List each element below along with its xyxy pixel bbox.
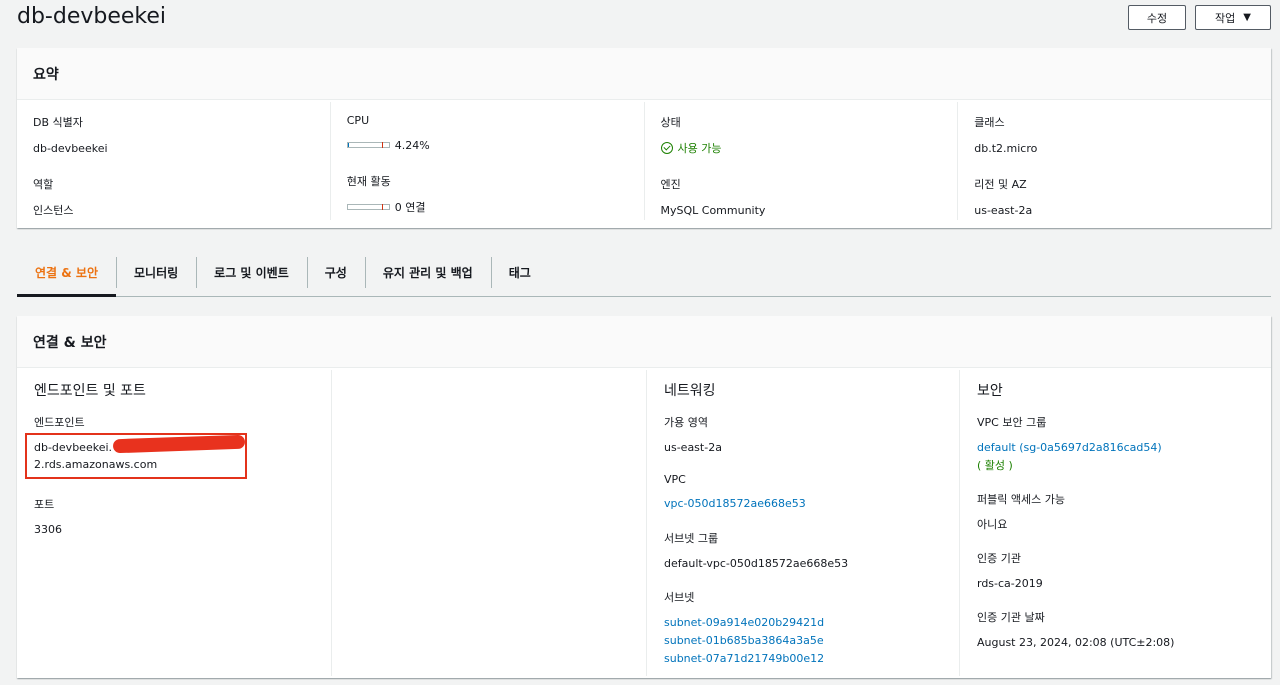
subnet-group-label: 서브넷 그룹 [664, 532, 719, 545]
region-az-value: us-east-2a [974, 203, 1033, 217]
engine-value: MySQL Community [660, 203, 766, 217]
connectivity-title: 연결 & 보안 [17, 316, 1271, 368]
security-group-link[interactable]: default (sg-0a5697d2a816cad54) [977, 439, 1271, 457]
summary-grid: DB 식별자 db-devbeekei 역할 인스턴스 CPU 4.24% 현재… [17, 102, 1271, 220]
empty-column [331, 370, 646, 676]
port-value: 3306 [34, 523, 62, 536]
db-identifier-value: db-devbeekei [33, 141, 108, 155]
cpu-usage-fill [347, 143, 350, 147]
port-label: 포트 [34, 498, 55, 511]
tab-configuration[interactable]: 구성 [306, 249, 365, 296]
cpu-usage-bar [346, 142, 390, 148]
summary-column-status: 상태 사용 가능 엔진 MySQL Community [643, 102, 958, 220]
current-activity-value: 0 연결 [394, 201, 426, 214]
summary-panel: 요약 DB 식별자 db-devbeekei 역할 인스턴스 CPU 4.24%… [17, 48, 1271, 228]
vpc-security-group-label: VPC 보안 그룹 [977, 416, 1047, 429]
endpoint-port-section: 엔드포인트 및 포트 엔드포인트 db-devbeekei. 2.rds.ama… [17, 370, 331, 676]
summary-column-identifier: DB 식별자 db-devbeekei 역할 인스턴스 [17, 102, 330, 220]
security-section-title: 보안 [977, 383, 1003, 399]
availability-zone-value: us-east-2a [664, 441, 722, 454]
caret-down-icon: ▼ [1243, 12, 1251, 23]
cpu-threshold-marker [381, 142, 383, 148]
detail-tabs: 연결 & 보안 모니터링 로그 및 이벤트 구성 유지 관리 및 백업 태그 [17, 249, 1271, 297]
vpc-link[interactable]: vpc-050d18572ae668e53 [664, 495, 959, 513]
public-access-value: 아니요 [977, 518, 1008, 531]
cpu-label: CPU [346, 114, 370, 127]
current-activity-label: 현재 활동 [346, 175, 391, 188]
subnet-link[interactable]: subnet-01b685ba3864a3a5e [664, 632, 959, 650]
connectivity-panel: 연결 & 보안 엔드포인트 및 포트 엔드포인트 db-devbeekei. 2… [17, 316, 1271, 678]
cpu-value: 4.24% [394, 138, 430, 152]
networking-section-title: 네트워킹 [664, 383, 716, 399]
vpc-label: VPC [664, 473, 686, 486]
summary-column-class: 클래스 db.t2.micro 리전 및 AZ us-east-2a [957, 102, 1271, 220]
tab-tags[interactable]: 태그 [490, 249, 549, 296]
status-label: 상태 [660, 116, 681, 129]
check-circle-icon [660, 142, 673, 154]
security-group-status: ( 활성 ) [977, 459, 1013, 472]
networking-section: 네트워킹 가용 영역 us-east-2a VPC vpc-050d18572a… [646, 370, 959, 676]
role-label: 역할 [33, 178, 54, 191]
subnet-group-value: default-vpc-050d18572ae668e53 [664, 557, 849, 570]
endpoint-label: 엔드포인트 [34, 416, 85, 429]
subnet-link[interactable]: subnet-07a71d21749b00e12 [664, 650, 959, 668]
db-identifier-label: DB 식별자 [33, 116, 83, 129]
endpoint-section-title: 엔드포인트 및 포트 [34, 383, 146, 399]
tab-maintenance-backups[interactable]: 유지 관리 및 백업 [364, 249, 491, 296]
security-section: 보안 VPC 보안 그룹 default (sg-0a5697d2a816cad… [959, 370, 1271, 676]
subnets-label: 서브넷 [664, 591, 695, 604]
endpoint-highlight-box: db-devbeekei. 2.rds.amazonaws.com [25, 433, 247, 479]
summary-title: 요약 [17, 48, 1271, 100]
region-az-label: 리전 및 AZ [974, 178, 1027, 191]
subnet-link[interactable]: subnet-09a914e020b29421d [664, 614, 959, 632]
certificate-date-label: 인증 기관 날짜 [977, 611, 1045, 624]
certificate-authority-value: rds-ca-2019 [977, 577, 1043, 590]
certificate-date-value: August 23, 2024, 02:08 (UTC±2:08) [977, 636, 1175, 649]
connectivity-grid: 엔드포인트 및 포트 엔드포인트 db-devbeekei. 2.rds.ama… [17, 370, 1271, 676]
status-value: 사용 가능 [677, 142, 722, 155]
tab-connectivity-security[interactable]: 연결 & 보안 [17, 249, 116, 297]
endpoint-value-line2: 2.rds.amazonaws.com [34, 458, 158, 471]
availability-zone-label: 가용 영역 [664, 416, 708, 429]
tab-monitoring[interactable]: 모니터링 [115, 249, 196, 296]
public-access-label: 퍼블릭 액세스 가능 [977, 493, 1065, 506]
page-title: db-devbeekei [17, 4, 167, 29]
connections-bar [346, 204, 390, 210]
role-value: 인스턴스 [33, 204, 74, 217]
certificate-authority-label: 인증 기관 [977, 552, 1021, 565]
actions-dropdown-button[interactable]: 작업 ▼ [1195, 5, 1271, 30]
edit-button[interactable]: 수정 [1128, 5, 1186, 30]
engine-label: 엔진 [660, 178, 681, 191]
summary-column-cpu: CPU 4.24% 현재 활동 0 연결 [329, 102, 644, 220]
class-label: 클래스 [974, 116, 1005, 129]
class-value: db.t2.micro [974, 141, 1038, 155]
actions-label: 작업 [1215, 11, 1236, 25]
tab-logs-events[interactable]: 로그 및 이벤트 [196, 249, 307, 296]
connections-threshold-marker [381, 204, 383, 210]
